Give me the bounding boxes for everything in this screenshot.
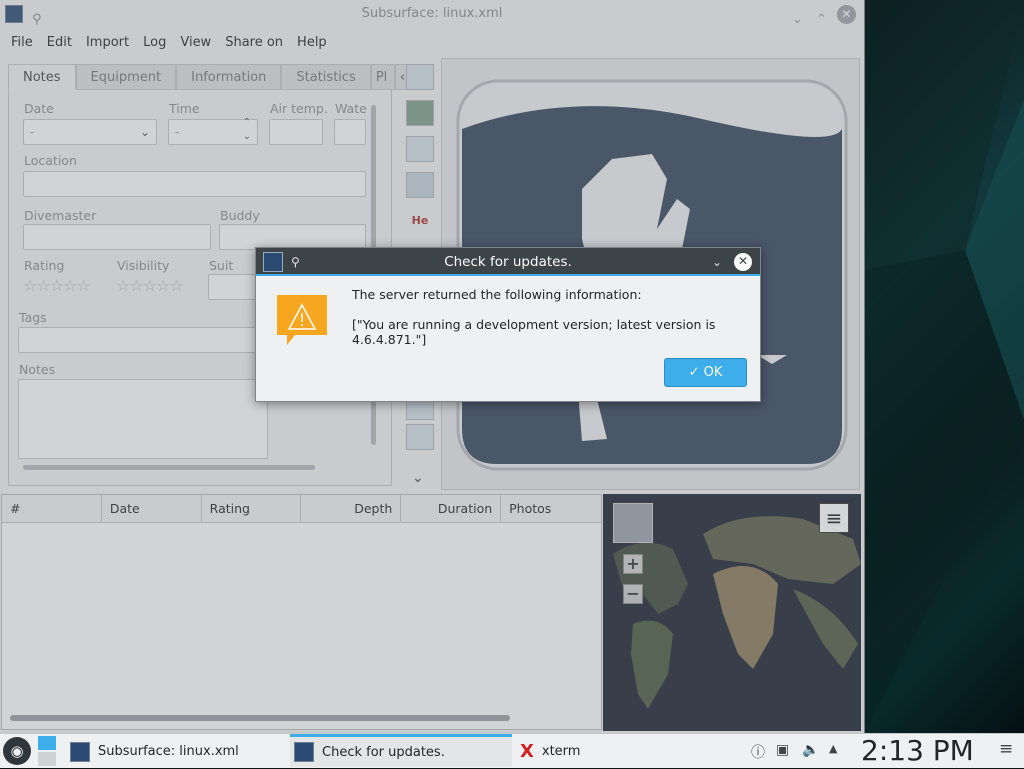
dialog-message-body: ["You are running a development version;… bbox=[352, 317, 716, 347]
application-launcher-icon[interactable]: ◉ bbox=[3, 737, 31, 765]
clock[interactable]: 2:13 PM bbox=[861, 734, 974, 769]
tray-expand-icon[interactable]: ▲ bbox=[829, 742, 837, 755]
subsurface-app-icon bbox=[263, 252, 283, 272]
task-label: xterm bbox=[541, 744, 581, 759]
task-label: Check for updates. bbox=[322, 744, 445, 760]
notifications-icon[interactable]: ⓘ bbox=[751, 742, 765, 762]
subsurface-app-icon bbox=[70, 741, 90, 762]
dialog-title: Check for updates. bbox=[444, 254, 572, 270]
xterm-icon: X bbox=[520, 741, 534, 762]
warning-icon bbox=[277, 295, 327, 345]
network-icon[interactable]: ▣ bbox=[776, 742, 789, 758]
task-subsurface[interactable]: Subsurface: linux.xml bbox=[66, 736, 288, 767]
pager-icon[interactable] bbox=[38, 734, 58, 767]
ok-button[interactable]: ✓ OK bbox=[664, 358, 747, 387]
subsurface-app-icon bbox=[294, 742, 314, 762]
wallpaper-shapes bbox=[865, 0, 1024, 733]
dialog-titlebar: ⚲ Check for updates. ⌄ ✕ bbox=[256, 248, 760, 276]
pin-icon[interactable]: ⚲ bbox=[291, 248, 300, 276]
dialog-message-heading: The server returned the following inform… bbox=[352, 287, 642, 302]
ok-label: OK bbox=[703, 365, 723, 380]
checkmark-icon: ✓ bbox=[688, 365, 704, 380]
task-xterm[interactable]: Xxterm bbox=[516, 736, 738, 767]
taskbar: ◉ Subsurface: linux.xml Check for update… bbox=[0, 733, 1024, 768]
chevron-down-icon[interactable]: ⌄ bbox=[712, 248, 722, 276]
task-label: Subsurface: linux.xml bbox=[98, 744, 239, 759]
check-updates-dialog: ⚲ Check for updates. ⌄ ✕ The server retu… bbox=[255, 247, 761, 402]
panel-menu-icon[interactable]: ≡ bbox=[999, 739, 1013, 759]
volume-icon[interactable]: 🔈 bbox=[802, 742, 819, 758]
dialog-close-button[interactable]: ✕ bbox=[734, 253, 752, 271]
task-check-updates[interactable]: Check for updates. bbox=[290, 734, 512, 767]
